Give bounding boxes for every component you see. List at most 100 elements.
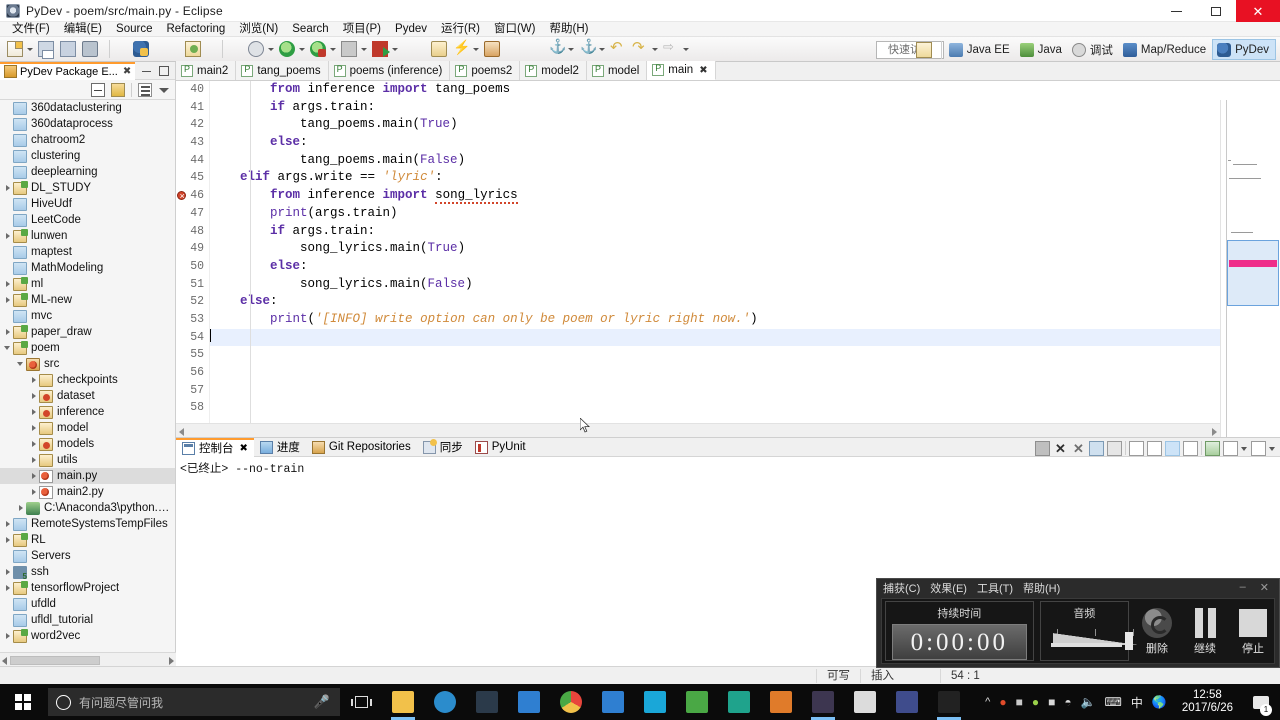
- console-tab-pyunit[interactable]: PyUnit: [469, 438, 532, 457]
- code-line[interactable]: [210, 346, 1220, 364]
- code-line[interactable]: else:: [210, 293, 1220, 311]
- chevron-right-icon[interactable]: [3, 532, 13, 548]
- code-line[interactable]: else:: [210, 134, 1220, 152]
- chevron-right-icon[interactable]: [3, 276, 13, 292]
- view-filters-icon[interactable]: [138, 82, 152, 97]
- chevron-right-icon[interactable]: [3, 292, 13, 308]
- recorder-menu-capture[interactable]: 捕获(C): [883, 580, 930, 596]
- close-button[interactable]: ✕: [1236, 0, 1280, 22]
- project-tree[interactable]: 360dataclustering 360dataprocess chatroom2…: [0, 100, 175, 648]
- new-console-dropdown-icon[interactable]: [1269, 441, 1276, 456]
- tree-item-360dataprocess[interactable]: 360dataprocess: [0, 116, 175, 132]
- remove-launch-icon[interactable]: ✕: [1053, 441, 1068, 456]
- show-console-on-output-icon[interactable]: [1165, 440, 1180, 456]
- external-tools-icon[interactable]: [372, 41, 390, 57]
- start-button[interactable]: [0, 684, 46, 720]
- tray-update-icon[interactable]: ●: [1032, 695, 1039, 709]
- display-console-dropdown-icon[interactable]: [1241, 441, 1248, 456]
- recorder-menu-tools[interactable]: 工具(T): [977, 580, 1023, 596]
- menu-pydev[interactable]: Pydev: [388, 22, 434, 37]
- tree-item-rl[interactable]: RL: [0, 532, 175, 548]
- tree-item-mvc[interactable]: mvc: [0, 308, 175, 324]
- editor-tab-main[interactable]: main ✖: [647, 61, 716, 80]
- new-dropdown-icon[interactable]: [26, 41, 33, 57]
- menu-project[interactable]: 项目(P): [336, 22, 388, 37]
- microphone-icon[interactable]: 🎤: [314, 694, 330, 710]
- perspective-debug[interactable]: 调试: [1068, 39, 1119, 60]
- chevron-right-icon[interactable]: [16, 500, 26, 516]
- code-line[interactable]: song_lyrics.main(False): [210, 276, 1220, 294]
- code-line[interactable]: if args.train:: [210, 99, 1220, 117]
- chevron-right-icon[interactable]: [29, 468, 39, 484]
- code-text-area[interactable]: from inference import tang_poems if args…: [210, 81, 1220, 423]
- menu-window[interactable]: 窗口(W): [487, 22, 543, 37]
- tree-item-servers[interactable]: Servers: [0, 548, 175, 564]
- editor-tab-model2[interactable]: model2: [520, 61, 587, 80]
- code-line[interactable]: print(args.train): [210, 205, 1220, 223]
- menu-navigate[interactable]: 浏览(N): [232, 22, 285, 37]
- error-marker-icon[interactable]: [177, 189, 186, 207]
- link-with-editor-icon[interactable]: [111, 82, 125, 97]
- menu-file[interactable]: 文件(F): [5, 22, 57, 37]
- close-icon[interactable]: ✖: [240, 443, 248, 454]
- code-line[interactable]: [210, 382, 1220, 400]
- taskbar-app-orange-icon[interactable]: [760, 684, 802, 720]
- tree-item-main2-py[interactable]: main2.py: [0, 484, 175, 500]
- code-line[interactable]: [210, 364, 1220, 382]
- open-type-icon[interactable]: [185, 41, 201, 57]
- editor-tab-tang_poems[interactable]: tang_poems: [236, 61, 329, 80]
- tray-ime-icon[interactable]: 中: [1131, 694, 1143, 711]
- tree-item-inference[interactable]: inference: [0, 404, 175, 420]
- console-tab-git-repositories[interactable]: Git Repositories: [306, 438, 417, 457]
- tree-item-mathmodeling[interactable]: MathModeling: [0, 260, 175, 276]
- taskbar-app-blue-icon[interactable]: [508, 684, 550, 720]
- code-line[interactable]: from inference import tang_poems: [210, 81, 1220, 99]
- chevron-down-icon[interactable]: [3, 340, 13, 356]
- chevron-right-icon[interactable]: [3, 580, 13, 596]
- tree-item-paper_draw[interactable]: paper_draw: [0, 324, 175, 340]
- taskbar-clock[interactable]: 12:58 2017/6/26: [1176, 689, 1239, 715]
- run-as-dropdown-icon[interactable]: [329, 41, 336, 57]
- chevron-right-icon[interactable]: [29, 388, 39, 404]
- tree-item-src[interactable]: src: [0, 356, 175, 372]
- tree-item-poem[interactable]: poem: [0, 340, 175, 356]
- tree-item-word2vec[interactable]: word2vec: [0, 628, 175, 644]
- tree-item-checkpoints[interactable]: checkpoints: [0, 372, 175, 388]
- tree-item-360dataclustering[interactable]: 360dataclustering: [0, 100, 175, 116]
- editor-tab-main2[interactable]: main2: [176, 61, 237, 80]
- recorder-menu-help[interactable]: 帮助(H): [1023, 580, 1070, 596]
- open-console-icon[interactable]: [1205, 440, 1220, 456]
- menu-source[interactable]: Source: [109, 22, 159, 37]
- tree-item-dl_study[interactable]: DL_STUDY: [0, 180, 175, 196]
- view-menu-icon[interactable]: [158, 84, 170, 96]
- menu-edit[interactable]: 编辑(E): [57, 22, 109, 37]
- taskbar-app-green-icon[interactable]: [676, 684, 718, 720]
- minimize-button[interactable]: [1156, 0, 1196, 22]
- pydev-package-icon[interactable]: [133, 41, 149, 57]
- editor-tab-poems--inference-[interactable]: poems (inference): [328, 61, 451, 80]
- code-line[interactable]: tang_poems.main(True): [210, 116, 1220, 134]
- menu-refactoring[interactable]: Refactoring: [159, 22, 232, 37]
- taskbar-app-indigo-icon[interactable]: [886, 684, 928, 720]
- open-perspective-icon[interactable]: [915, 41, 932, 58]
- tree-item-maptest[interactable]: maptest: [0, 244, 175, 260]
- tree-item-c--anaconda3-python-exe[interactable]: C:\Anaconda3\python.exe: [0, 500, 175, 516]
- code-line[interactable]: print('[INFO] write option can only be p…: [210, 311, 1220, 329]
- overview-ruler[interactable]: [1220, 100, 1280, 444]
- taskbar-eclipse-taskbar-icon[interactable]: [802, 684, 844, 720]
- debug-dropdown-icon[interactable]: [267, 41, 274, 57]
- chevron-right-icon[interactable]: [3, 628, 13, 644]
- tree-item-ml-new[interactable]: ML-new: [0, 292, 175, 308]
- console-tab---[interactable]: 同步: [417, 438, 469, 457]
- tree-item-dataset[interactable]: dataset: [0, 388, 175, 404]
- chevron-right-icon[interactable]: [29, 372, 39, 388]
- code-line[interactable]: [210, 399, 1220, 417]
- tree-item-tensorflowproject[interactable]: tensorflowProject: [0, 580, 175, 596]
- tree-item-hiveudf[interactable]: HiveUdf: [0, 196, 175, 212]
- tray-wifi-icon[interactable]: ◓: [1064, 695, 1071, 709]
- scroll-left-icon[interactable]: [0, 655, 10, 665]
- menu-help[interactable]: 帮助(H): [542, 22, 595, 37]
- cortana-search-box[interactable]: 有问题尽管问我 🎤: [48, 688, 340, 716]
- show-hidden-icons-icon[interactable]: ^: [985, 696, 990, 708]
- maximize-button[interactable]: [1196, 0, 1236, 22]
